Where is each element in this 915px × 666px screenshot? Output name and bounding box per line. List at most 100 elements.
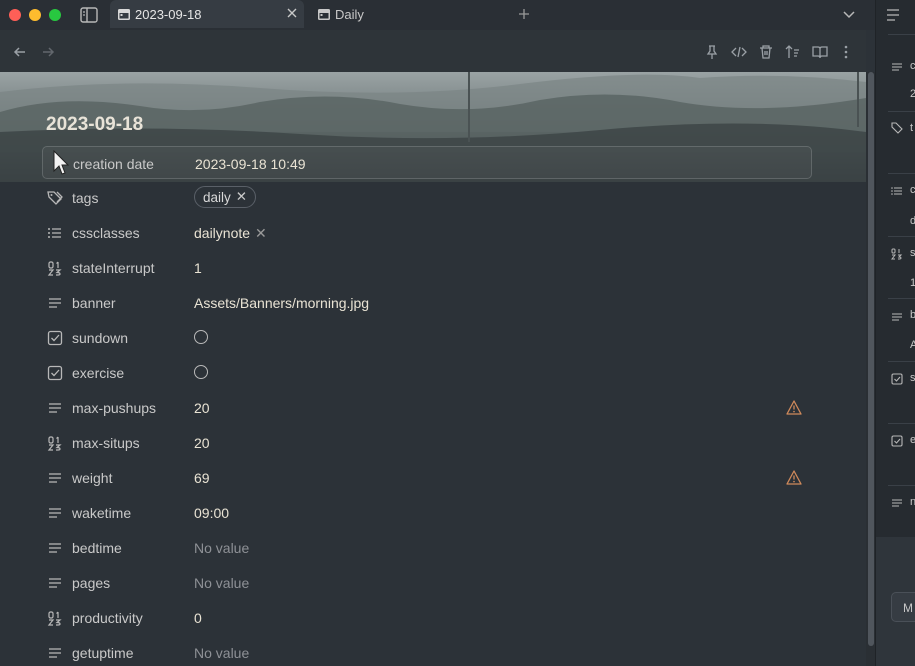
property-value-empty[interactable]: No value <box>194 540 249 556</box>
right-panel-key: c <box>910 60 915 72</box>
right-panel-key: b <box>910 309 915 321</box>
right-panel-value: 2 <box>910 88 915 100</box>
right-panel-key: s <box>910 247 915 259</box>
divider <box>888 361 915 362</box>
property-tags[interactable]: tags daily ✕ <box>42 181 812 214</box>
right-panel-menu-icon[interactable] <box>875 0 915 30</box>
right-panel-value: d <box>910 215 915 227</box>
property-getuptime[interactable]: getuptime No value <box>42 636 812 666</box>
chevron-down-icon[interactable] <box>842 9 856 21</box>
property-value-empty[interactable]: No value <box>194 645 249 661</box>
right-panel-key: n <box>910 496 915 508</box>
remove-tag-icon[interactable]: ✕ <box>236 189 247 205</box>
minimize-window-button[interactable] <box>29 9 41 21</box>
text-icon <box>892 313 902 321</box>
text-icon <box>892 499 902 507</box>
property-stateinterrupt[interactable]: stateInterrupt 1 <box>42 251 812 284</box>
title-bar: 2023-09-18 Daily <box>0 0 875 30</box>
property-key: weight <box>72 470 113 486</box>
text-icon <box>49 403 61 413</box>
property-key: cssclasses <box>72 225 140 241</box>
property-creation-date[interactable]: creation date 2023-09-18 10:49 <box>42 146 812 179</box>
remove-class-icon[interactable]: ✕ <box>255 225 267 242</box>
property-value[interactable]: 20 <box>194 400 210 416</box>
divider <box>888 423 915 424</box>
text-icon <box>49 508 61 518</box>
property-max-pushups[interactable]: max-pushups 20 <box>42 391 812 424</box>
property-checkbox[interactable] <box>194 330 208 344</box>
back-arrow-icon[interactable] <box>12 44 28 60</box>
source-mode-icon[interactable] <box>731 44 747 60</box>
tab-label: Daily <box>335 6 364 22</box>
tab-active-note[interactable]: 2023-09-18 <box>110 0 304 28</box>
number-icon <box>47 436 62 451</box>
property-checkbox[interactable] <box>194 365 208 379</box>
list-icon <box>891 187 902 195</box>
property-value[interactable]: 2023-09-18 10:49 <box>195 156 306 172</box>
tab-daily[interactable]: Daily <box>310 0 500 28</box>
property-bedtime[interactable]: bedtime No value <box>42 531 812 564</box>
property-key: pages <box>72 575 111 591</box>
number-icon <box>47 611 62 626</box>
pin-icon[interactable] <box>704 44 720 60</box>
property-key: max-pushups <box>72 400 157 416</box>
calendar-icon <box>318 9 330 20</box>
css-class-item[interactable]: dailynote ✕ <box>194 225 267 242</box>
sort-icon[interactable] <box>785 44 801 60</box>
property-banner[interactable]: banner Assets/Banners/morning.jpg <box>42 286 812 319</box>
property-key: waketime <box>72 505 132 521</box>
text-icon <box>49 648 61 658</box>
divider <box>888 236 915 237</box>
note-toolbar <box>0 30 866 72</box>
tags-icon <box>891 122 903 134</box>
property-key: bedtime <box>72 540 122 556</box>
property-key: productivity <box>72 610 143 626</box>
number-icon <box>47 261 62 276</box>
property-exercise[interactable]: exercise <box>42 356 812 389</box>
tab-label: 2023-09-18 <box>135 6 202 22</box>
property-productivity[interactable]: productivity 0 <box>42 601 812 634</box>
page-title: 2023-09-18 <box>46 114 144 135</box>
number-icon <box>891 248 903 260</box>
property-value[interactable]: Assets/Banners/morning.jpg <box>194 295 369 311</box>
property-key: getuptime <box>72 645 134 661</box>
more-options-icon[interactable] <box>838 44 854 60</box>
property-cssclasses[interactable]: cssclasses dailynote ✕ <box>42 216 812 249</box>
scrollbar-thumb[interactable] <box>868 72 874 646</box>
property-pages[interactable]: pages No value <box>42 566 812 599</box>
right-panel-key: e <box>910 434 915 446</box>
property-key: tags <box>72 190 99 206</box>
cursor-icon <box>53 150 70 175</box>
forward-arrow-icon[interactable] <box>40 44 56 60</box>
tag-pill[interactable]: daily ✕ <box>194 186 257 208</box>
property-value[interactable]: 1 <box>194 260 202 276</box>
close-window-button[interactable] <box>9 9 21 21</box>
property-value[interactable]: 09:00 <box>194 505 229 521</box>
new-tab-icon[interactable] <box>517 7 531 21</box>
property-value[interactable]: 69 <box>194 470 210 486</box>
property-weight[interactable]: weight 69 <box>42 461 812 494</box>
property-max-situps[interactable]: max-situps 20 <box>42 426 812 459</box>
property-waketime[interactable]: waketime 09:00 <box>42 496 812 529</box>
sidebar-toggle-icon[interactable] <box>80 7 98 23</box>
property-key: max-situps <box>72 435 140 451</box>
maximize-window-button[interactable] <box>49 9 61 21</box>
property-value[interactable]: 20 <box>194 435 210 451</box>
property-sundown[interactable]: sundown <box>42 321 812 354</box>
text-icon <box>49 578 61 588</box>
property-key: exercise <box>72 365 125 381</box>
close-tab-icon[interactable] <box>286 7 298 19</box>
reading-mode-icon[interactable] <box>812 44 828 60</box>
divider <box>888 298 915 299</box>
trash-icon[interactable] <box>758 44 774 60</box>
property-value-empty[interactable]: No value <box>194 575 249 591</box>
divider <box>888 34 915 35</box>
text-icon <box>49 298 61 308</box>
checkbox-icon <box>891 373 903 385</box>
warning-icon[interactable] <box>786 400 802 415</box>
warning-icon[interactable] <box>786 470 802 485</box>
property-value[interactable]: 0 <box>194 610 202 626</box>
right-panel-button-label: M <box>903 601 913 615</box>
checkbox-icon <box>47 330 63 346</box>
right-panel-button[interactable]: M <box>891 592 915 622</box>
